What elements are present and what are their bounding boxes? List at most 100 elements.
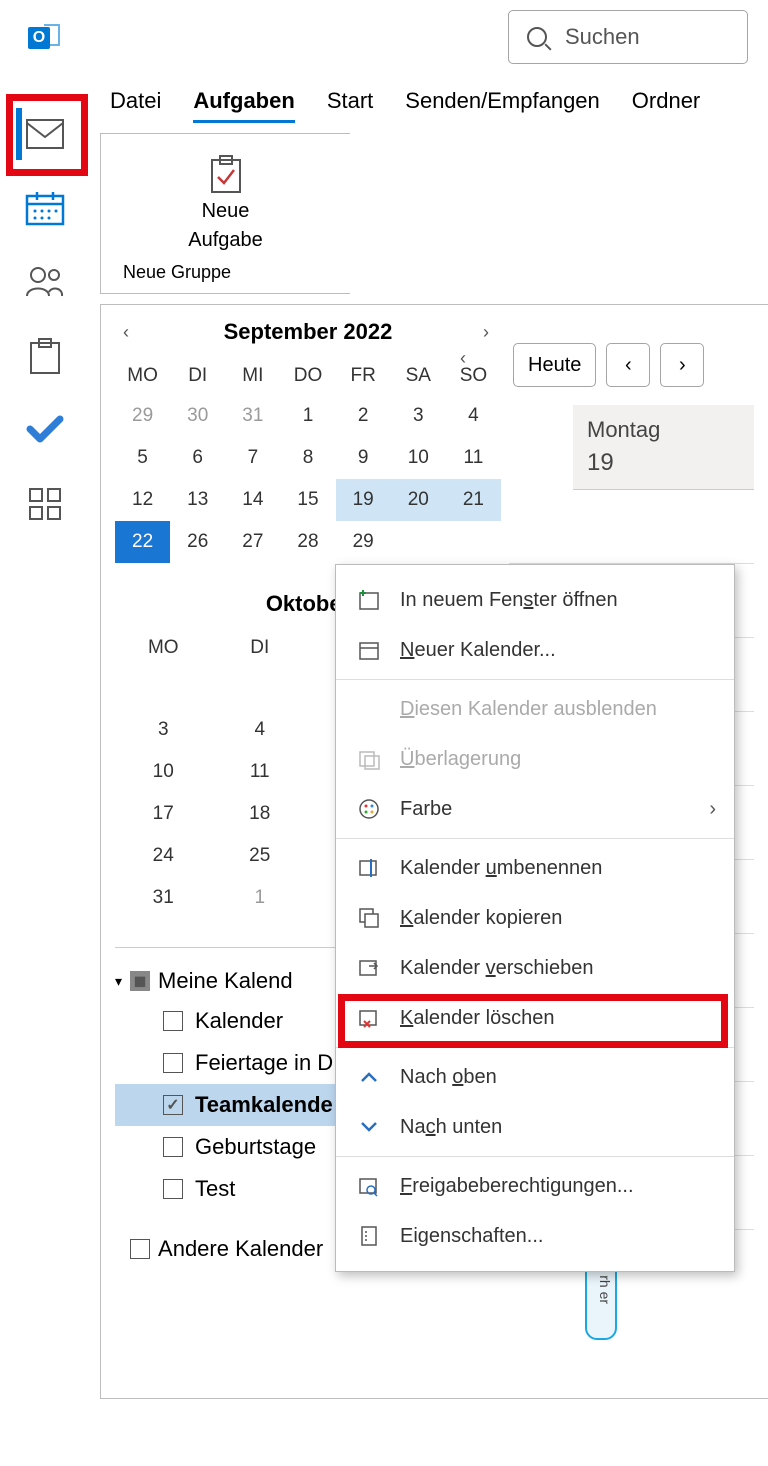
minical-day[interactable]: 28 bbox=[280, 521, 335, 563]
search-placeholder: Suchen bbox=[565, 24, 640, 50]
minical-day[interactable]: 13 bbox=[170, 479, 225, 521]
ctx-new-window[interactable]: In neuem Fenster öffnen bbox=[336, 575, 734, 625]
new-task-label-2: Aufgabe bbox=[188, 229, 263, 252]
minical-day[interactable]: 24 bbox=[115, 835, 212, 877]
tab-aufgaben[interactable]: Aufgaben bbox=[193, 88, 294, 123]
ribbon-group-new: Neue Aufgabe Neue Gruppe bbox=[100, 133, 350, 294]
calendar-checkbox[interactable] bbox=[163, 1179, 183, 1199]
ctx-label: Farbe bbox=[400, 798, 452, 821]
minical-day[interactable]: 25 bbox=[212, 835, 309, 877]
minical-day[interactable]: 8 bbox=[280, 437, 335, 479]
overlay-icon bbox=[356, 746, 382, 772]
ctx-move[interactable]: Kalender verschieben bbox=[336, 943, 734, 993]
minical-day[interactable]: 3 bbox=[115, 709, 212, 751]
next-day-button[interactable]: › bbox=[660, 343, 704, 387]
people-rail-icon[interactable] bbox=[23, 262, 67, 302]
today-button[interactable]: Heute bbox=[513, 343, 596, 387]
minical-day[interactable]: 30 bbox=[170, 395, 225, 437]
ctx-label: Nach oben bbox=[400, 1066, 497, 1089]
calendar-icon bbox=[356, 637, 382, 663]
minical-day[interactable]: 29 bbox=[336, 521, 391, 563]
group-checkbox[interactable] bbox=[130, 1239, 150, 1259]
ctx-up[interactable]: Nach oben bbox=[336, 1052, 734, 1102]
dow-header: SA bbox=[391, 357, 446, 395]
minical-day[interactable]: 9 bbox=[336, 437, 391, 479]
ctx-share[interactable]: Freigabeberechtigungen... bbox=[336, 1161, 734, 1211]
time-slot[interactable] bbox=[509, 490, 754, 564]
minical-day[interactable]: 3 bbox=[391, 395, 446, 437]
ctx-label: In neuem Fenster öffnen bbox=[400, 589, 618, 612]
minical-day[interactable]: 19 bbox=[336, 479, 391, 521]
minical-day[interactable]: 26 bbox=[170, 521, 225, 563]
calendar-checkbox[interactable] bbox=[163, 1053, 183, 1073]
minical-day[interactable]: 12 bbox=[115, 479, 170, 521]
day-header: Montag 19 bbox=[573, 405, 754, 490]
calendar-rail-icon[interactable] bbox=[23, 188, 67, 228]
minical-day[interactable]: 10 bbox=[115, 751, 212, 793]
minical-day[interactable]: 31 bbox=[115, 877, 212, 919]
dow-header: MI bbox=[225, 357, 280, 395]
calendar-label: Geburtstage bbox=[195, 1134, 316, 1160]
calendar-checkbox[interactable]: ✓ bbox=[163, 1095, 183, 1115]
minical-day[interactable]: 14 bbox=[225, 479, 280, 521]
calendar-checkbox[interactable] bbox=[163, 1137, 183, 1157]
mail-rail-icon[interactable] bbox=[23, 114, 67, 154]
clipboard-check-icon bbox=[209, 154, 243, 194]
prev-day-button[interactable]: ‹ bbox=[606, 343, 650, 387]
collapse-chevron-icon[interactable]: ‹ bbox=[460, 348, 466, 369]
ctx-rename[interactable]: Kalender umbenennen bbox=[336, 843, 734, 893]
ctx-calendar[interactable]: Neuer Kalender... bbox=[336, 625, 734, 675]
minical-day[interactable]: 2 bbox=[336, 395, 391, 437]
outlook-logo-icon: O bbox=[28, 22, 60, 52]
minical-day[interactable]: 27 bbox=[225, 521, 280, 563]
minical-day[interactable]: 29 bbox=[115, 395, 170, 437]
calendar-label: Feiertage in D bbox=[195, 1050, 333, 1076]
minical-day[interactable]: 11 bbox=[446, 437, 501, 479]
group-checkbox[interactable]: ◼ bbox=[130, 971, 150, 991]
new-window-icon bbox=[356, 587, 382, 613]
apps-rail-icon[interactable] bbox=[23, 484, 67, 524]
calendar-context-menu: In neuem Fenster öffnen Neuer Kalender...… bbox=[335, 564, 735, 1272]
minical-day[interactable]: 5 bbox=[115, 437, 170, 479]
minical-day[interactable]: 4 bbox=[212, 709, 309, 751]
minical-day[interactable]: 22 bbox=[115, 521, 170, 563]
ctx-label: Freigabeberechtigungen... bbox=[400, 1175, 634, 1198]
minical-day[interactable]: 21 bbox=[446, 479, 501, 521]
prev-month-button[interactable]: ‹ bbox=[123, 322, 129, 343]
minical-day[interactable]: 11 bbox=[212, 751, 309, 793]
move-icon bbox=[356, 955, 382, 981]
other-calendars-label: Andere Kalender bbox=[158, 1236, 323, 1262]
minical-day[interactable]: 15 bbox=[280, 479, 335, 521]
minical-day[interactable]: 1 bbox=[280, 395, 335, 437]
tab-start[interactable]: Start bbox=[327, 88, 373, 123]
minical-day[interactable]: 31 bbox=[225, 395, 280, 437]
calendar-checkbox[interactable] bbox=[163, 1011, 183, 1031]
tab-ordner[interactable]: Ordner bbox=[632, 88, 700, 123]
dow-header: SO bbox=[446, 357, 501, 395]
minical-day[interactable]: 6 bbox=[170, 437, 225, 479]
todo-rail-icon[interactable] bbox=[23, 410, 67, 450]
minical-day[interactable]: 7 bbox=[225, 437, 280, 479]
minical-day[interactable]: 17 bbox=[115, 793, 212, 835]
minical-day[interactable]: 10 bbox=[391, 437, 446, 479]
ctx-down[interactable]: Nach unten bbox=[336, 1102, 734, 1152]
ctx-overlay: Überlagerung bbox=[336, 734, 734, 784]
up-icon bbox=[356, 1064, 382, 1090]
minical-day[interactable]: 18 bbox=[212, 793, 309, 835]
ctx-label: Nach unten bbox=[400, 1116, 502, 1139]
new-task-button[interactable]: Neue Aufgabe bbox=[123, 154, 328, 252]
minical-day[interactable]: 1 bbox=[212, 877, 309, 919]
next-month-button[interactable]: › bbox=[483, 322, 489, 343]
day-number: 19 bbox=[587, 449, 754, 477]
ctx-props[interactable]: Eigenschaften... bbox=[336, 1211, 734, 1261]
ctx-label: Neuer Kalender... bbox=[400, 639, 556, 662]
ctx-palette[interactable]: Farbe› bbox=[336, 784, 734, 834]
tasks-rail-icon[interactable] bbox=[23, 336, 67, 376]
ctx-copy[interactable]: Kalender kopieren bbox=[336, 893, 734, 943]
tab-senden-empfangen[interactable]: Senden/Empfangen bbox=[405, 88, 600, 123]
tab-datei[interactable]: Datei bbox=[110, 88, 161, 123]
minical-day[interactable]: 4 bbox=[446, 395, 501, 437]
minical-day[interactable]: 20 bbox=[391, 479, 446, 521]
search-input[interactable]: Suchen bbox=[508, 10, 748, 64]
ctx-label: Diesen Kalender ausblenden bbox=[400, 698, 657, 721]
